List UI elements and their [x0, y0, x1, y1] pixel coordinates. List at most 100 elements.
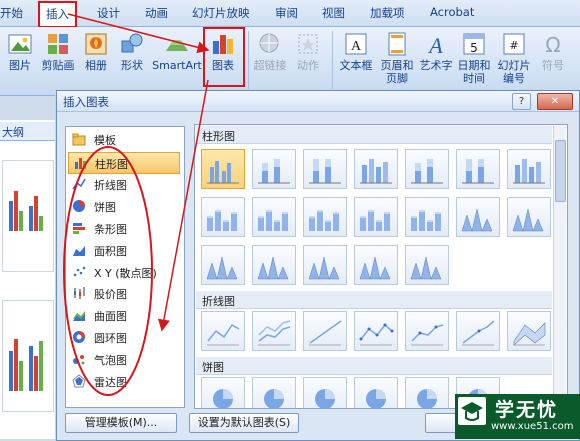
manage-templates-button[interactable]: 管理模板(M)... — [65, 413, 177, 433]
scrollbar-thumb[interactable] — [555, 140, 566, 202]
chart-type-item[interactable]: 股价图 — [68, 283, 180, 303]
col-chart-thumbnail-icon — [513, 159, 545, 184]
chart-type-label: 面积图 — [94, 244, 127, 258]
chart-type-item[interactable]: 雷达图 — [68, 371, 180, 391]
help-button[interactable]: ? — [512, 93, 531, 110]
chart-type-item[interactable]: 折线图 — [68, 174, 180, 194]
chart-type-item[interactable]: 条形图 — [68, 218, 180, 238]
slide-number-button[interactable]: # 幻灯片 编号 — [494, 27, 534, 93]
chart-subtype-tile[interactable] — [303, 311, 347, 351]
chart-subtype-tile[interactable] — [303, 149, 347, 189]
hyperlink-button[interactable]: 超链接 — [252, 27, 288, 93]
chart-subtype-tile[interactable] — [252, 245, 296, 285]
symbol-button[interactable]: Ω 符号 — [538, 27, 568, 93]
chart-subtype-tile[interactable] — [354, 197, 398, 237]
chart-subtype-tile[interactable] — [303, 197, 347, 237]
tab-home[interactable]: 开始 — [0, 5, 23, 21]
album-button[interactable]: 相册 — [80, 27, 112, 93]
bubble-chart-icon — [73, 355, 85, 365]
chart-subtype-tile[interactable] — [201, 197, 245, 237]
chart-subtype-tile[interactable] — [201, 311, 245, 351]
chart-subtype-tile[interactable] — [456, 197, 500, 237]
chart-subtype-tile[interactable] — [405, 149, 449, 189]
chart-type-label: 股价图 — [94, 288, 127, 302]
chart-type-item[interactable]: 曲面图 — [68, 305, 180, 325]
chart-type-item[interactable]: 柱形图 — [68, 152, 180, 174]
slide-thumbnail[interactable] — [2, 160, 54, 272]
line-chart-thumbnail-icon — [207, 324, 240, 346]
chart-type-label: 折线图 — [94, 178, 127, 192]
line-chart-icon — [72, 178, 86, 190]
chart-type-label: 曲面图 — [94, 310, 127, 324]
col-chart-thumbnail-icon — [360, 159, 392, 184]
pie-chart-thumbnail-icon — [417, 389, 437, 408]
chart-type-item[interactable]: 面积图 — [68, 240, 180, 260]
chart-subtype-tile[interactable] — [405, 377, 449, 408]
chart-subtype-tile[interactable] — [252, 377, 296, 408]
chart-subtype-tile[interactable] — [507, 311, 551, 351]
tab-view[interactable]: 视图 — [322, 5, 345, 21]
ribbon-tab-bar: 开始 插入 设计 动画 幻灯片放映 审阅 视图 加载项 Acrobat — [0, 0, 580, 28]
chart-subtype-tile[interactable] — [201, 377, 245, 408]
chart-type-item[interactable]: 饼图 — [68, 196, 180, 216]
cone-chart-thumbnail-icon — [359, 256, 391, 280]
tab-acrobat[interactable]: Acrobat — [430, 5, 474, 19]
chart-type-item[interactable]: 圆环图 — [68, 327, 180, 347]
shapes-icon — [121, 33, 143, 53]
picture-button[interactable]: 图片 — [4, 27, 36, 93]
close-button[interactable]: ✕ — [537, 93, 573, 110]
calendar-number: 5 — [470, 41, 478, 55]
chart-subtype-tile[interactable] — [456, 149, 500, 189]
chart-subtype-tile[interactable] — [405, 197, 449, 237]
chart-subtype-tile[interactable] — [354, 311, 398, 351]
set-default-chart-button[interactable]: 设置为默认图表(S) — [189, 413, 299, 433]
tab-design[interactable]: 设计 — [97, 5, 120, 21]
chart-subtype-tile[interactable] — [303, 245, 347, 285]
chart-type-item[interactable]: X Y (散点图) — [68, 262, 180, 282]
chart-subtype-tile[interactable] — [405, 311, 449, 351]
shapes-button[interactable]: 形状 — [116, 27, 148, 93]
chart-button-highlight — [203, 27, 245, 87]
chart-subtype-tile[interactable] — [201, 245, 245, 285]
pie-chart-thumbnail-icon — [315, 389, 335, 408]
wordart-button[interactable]: A 艺术字 — [418, 27, 454, 93]
tab-addins[interactable]: 加载项 — [370, 5, 405, 21]
chart-subtype-tile[interactable] — [507, 197, 551, 237]
chart-subtype-tile[interactable] — [507, 149, 551, 189]
cyl-chart-thumbnail-icon — [411, 209, 441, 231]
chart-subtype-tile[interactable] — [303, 377, 347, 408]
slide-thumbnail[interactable] — [2, 300, 54, 412]
chart-type-label: 柱形图 — [95, 158, 128, 171]
omega-icon: Ω — [545, 33, 560, 57]
action-button[interactable]: 动作 — [292, 27, 324, 93]
smartart-button[interactable]: SmartArt — [152, 27, 202, 93]
chart-subtype-tile[interactable] — [252, 149, 296, 189]
chart-subtype-tile[interactable] — [405, 245, 449, 285]
tab-slideshow[interactable]: 幻灯片放映 — [192, 5, 250, 21]
line-chart-thumbnail-icon — [359, 323, 394, 346]
gallery-section-header: 饼图 — [196, 357, 552, 375]
chart-subtype-tile[interactable] — [201, 149, 245, 189]
chart-subtype-tile[interactable] — [252, 197, 296, 237]
chart-subtype-tile[interactable] — [456, 311, 500, 351]
chart-subtype-tile[interactable] — [354, 245, 398, 285]
datetime-button[interactable]: 5 日期和 时间 — [456, 27, 492, 93]
tab-animation[interactable]: 动画 — [145, 5, 168, 21]
pie-chart-thumbnail-icon — [264, 389, 284, 408]
gallery-scrollbar[interactable] — [553, 126, 566, 406]
textbox-button[interactable]: A 文本框 — [336, 27, 376, 93]
chart-type-item[interactable]: 模板 — [68, 129, 180, 149]
clipart-button[interactable]: 剪贴画 — [40, 27, 76, 93]
tab-review[interactable]: 审阅 — [275, 5, 298, 21]
watermark-url: www.xue51.com — [491, 421, 574, 432]
watermark-title: 学无忧 — [495, 399, 559, 421]
chart-subtype-tile[interactable] — [354, 149, 398, 189]
header-footer-button[interactable]: 页眉和 页脚 — [378, 27, 416, 93]
chart-subtype-tile[interactable] — [354, 377, 398, 408]
line-chart-thumbnail-icon — [513, 322, 546, 346]
chart-type-label: X Y (散点图) — [94, 266, 157, 280]
outline-tab[interactable]: 大纲 — [0, 122, 56, 141]
chart-type-item[interactable]: 气泡图 — [68, 349, 180, 369]
tab-insert[interactable]: 插入 — [38, 1, 77, 28]
chart-subtype-tile[interactable] — [252, 311, 296, 351]
